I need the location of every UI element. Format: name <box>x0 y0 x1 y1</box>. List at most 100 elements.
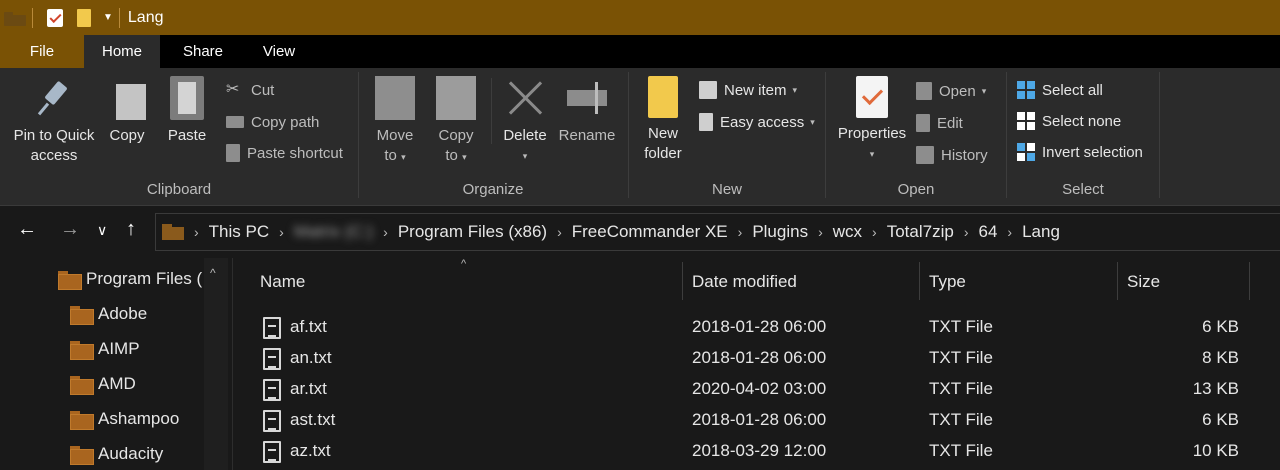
pin-label-line1: Pin to Quick <box>13 127 95 144</box>
column-separator[interactable] <box>682 262 683 300</box>
delete-label: Delete <box>503 127 547 144</box>
chevron-right-icon: › <box>818 224 823 240</box>
clipboard-group: Pin to Quick access Copy Paste ✂ Cut Cop… <box>0 68 358 206</box>
recent-locations-chevron-icon[interactable]: ∨ <box>97 222 107 239</box>
breadcrumb-program-files-x86[interactable]: Program Files (x86) <box>394 222 551 242</box>
copy-path-button[interactable]: Copy path <box>226 110 319 134</box>
tree-item[interactable]: Ashampoo <box>70 404 179 434</box>
file-date: 2018-03-29 12:00 <box>692 441 827 460</box>
file-date: 2020-04-02 03:00 <box>692 379 827 398</box>
column-header-date[interactable]: Date modified <box>692 272 797 292</box>
file-size: 10 KB <box>1192 441 1239 460</box>
copy-button[interactable]: Copy <box>104 76 150 146</box>
edit-icon <box>916 114 930 132</box>
button-divider <box>491 78 492 144</box>
paste-shortcut-button[interactable]: Paste shortcut <box>226 141 343 165</box>
folder-icon <box>70 340 94 360</box>
table-row[interactable]: an.txt 2018-01-28 06:00 TXT File 8 KB <box>233 343 1263 374</box>
tab-view[interactable]: View <box>246 35 312 68</box>
open-icon <box>916 82 932 100</box>
breadcrumb-this-pc[interactable]: This PC <box>205 222 273 242</box>
table-row[interactable]: ar.txt 2020-04-02 03:00 TXT File 13 KB <box>233 374 1263 405</box>
tree-item[interactable]: Adobe <box>70 299 147 329</box>
back-arrow-icon[interactable]: ← <box>17 218 37 241</box>
copy-to-button[interactable]: Copy to ▾ <box>431 76 481 167</box>
select-all-button[interactable]: Select all <box>1017 78 1103 102</box>
text-file-icon <box>263 410 281 432</box>
easy-access-button[interactable]: Easy access ▾ <box>699 110 815 134</box>
tree-item[interactable]: AIMP <box>70 334 140 364</box>
file-list: ^ Name Date modified Type Size af.txt 20… <box>233 258 1280 470</box>
file-date: 2018-01-28 06:00 <box>692 410 827 429</box>
tab-home[interactable]: Home <box>84 35 160 68</box>
select-none-button[interactable]: Select none <box>1017 109 1121 133</box>
new-folder-quick-icon[interactable] <box>77 8 91 27</box>
breadcrumb-lang[interactable]: Lang <box>1018 222 1064 242</box>
invert-selection-button[interactable]: Invert selection <box>1017 140 1143 164</box>
clipboard-group-label: Clipboard <box>146 181 212 198</box>
folder-icon <box>70 305 94 325</box>
tree-item[interactable]: AMD <box>70 369 136 399</box>
customize-quick-access-icon[interactable]: ▼ <box>103 12 113 23</box>
paste-button[interactable]: Paste <box>164 76 210 146</box>
tree-item[interactable]: Audacity <box>70 439 163 469</box>
column-separator[interactable] <box>1117 262 1118 300</box>
move-to-button[interactable]: Move to ▾ <box>369 76 421 167</box>
table-row[interactable]: af.txt 2018-01-28 06:00 TXT File 6 KB <box>233 312 1263 343</box>
tab-share[interactable]: Share <box>160 35 246 68</box>
address-bar[interactable]: › This PC › Matrix (C:) › Program Files … <box>155 213 1280 251</box>
column-separator[interactable] <box>1249 262 1250 300</box>
tree-item[interactable]: Program Files ( <box>58 264 202 294</box>
column-header-size[interactable]: Size <box>1127 272 1160 292</box>
column-header-type[interactable]: Type <box>929 272 966 292</box>
properties-button[interactable]: Properties ▾ <box>832 76 912 164</box>
pin-icon <box>34 76 74 120</box>
breadcrumb-drive[interactable]: Matrix (C:) <box>290 222 377 242</box>
new-item-button[interactable]: New item ▾ <box>699 78 797 102</box>
column-separator[interactable] <box>919 262 920 300</box>
table-row[interactable]: ast.txt 2018-01-28 06:00 TXT File 6 KB <box>233 405 1263 436</box>
scroll-up-chevron-icon[interactable]: ^ <box>210 266 216 280</box>
column-header-row: ^ Name Date modified Type Size <box>233 258 1280 310</box>
pin-to-quick-access-button[interactable]: Pin to Quick access <box>8 76 100 166</box>
organize-group: Move to ▾ Copy to ▾ Delete ▾ Rename Orga… <box>359 68 627 206</box>
delete-button[interactable]: Delete ▾ <box>499 76 551 166</box>
new-folder-button[interactable]: New folder <box>637 76 689 164</box>
breadcrumb-freecommander[interactable]: FreeCommander XE <box>568 222 732 242</box>
select-none-label: Select none <box>1042 112 1122 130</box>
file-type: TXT File <box>929 441 993 460</box>
chevron-down-icon: ▾ <box>522 151 528 161</box>
file-name: af.txt <box>290 317 327 336</box>
file-type: TXT File <box>929 410 993 429</box>
file-name: az.txt <box>290 441 331 460</box>
properties-quick-icon[interactable] <box>47 8 63 27</box>
open-button[interactable]: Open ▾ <box>916 79 986 103</box>
breadcrumb-plugins[interactable]: Plugins <box>748 222 812 242</box>
title-separator <box>118 7 120 28</box>
copy-path-icon <box>226 116 244 128</box>
file-type: TXT File <box>929 317 993 336</box>
breadcrumb-wcx[interactable]: wcx <box>829 222 866 242</box>
edit-button[interactable]: Edit <box>916 111 963 135</box>
chevron-down-icon: ▾ <box>401 152 406 162</box>
properties-label: Properties <box>837 125 907 142</box>
chevron-down-icon: ▾ <box>462 152 467 162</box>
breadcrumb-64[interactable]: 64 <box>974 222 1001 242</box>
tab-file[interactable]: File <box>0 35 84 68</box>
table-row[interactable]: az.txt 2018-03-29 12:00 TXT File 10 KB <box>233 436 1263 467</box>
open-group-label: Open <box>897 181 935 198</box>
text-file-icon <box>263 379 281 401</box>
new-folder-label-line2: folder <box>644 145 682 162</box>
rename-button[interactable]: Rename <box>557 76 617 146</box>
breadcrumb-total7zip[interactable]: Total7zip <box>883 222 958 242</box>
cut-button[interactable]: ✂ Cut <box>226 78 274 102</box>
history-button[interactable]: History <box>916 143 988 167</box>
file-type: TXT File <box>929 348 993 367</box>
paste-shortcut-label: Paste shortcut <box>247 144 343 162</box>
organize-group-label: Organize <box>462 181 524 198</box>
tree-scrollbar[interactable]: ^ <box>204 258 228 470</box>
column-header-name[interactable]: Name <box>260 272 305 292</box>
easy-access-label: Easy access <box>720 113 805 131</box>
up-arrow-icon[interactable]: ↑ <box>126 218 136 241</box>
forward-arrow-icon[interactable]: → <box>60 218 80 241</box>
